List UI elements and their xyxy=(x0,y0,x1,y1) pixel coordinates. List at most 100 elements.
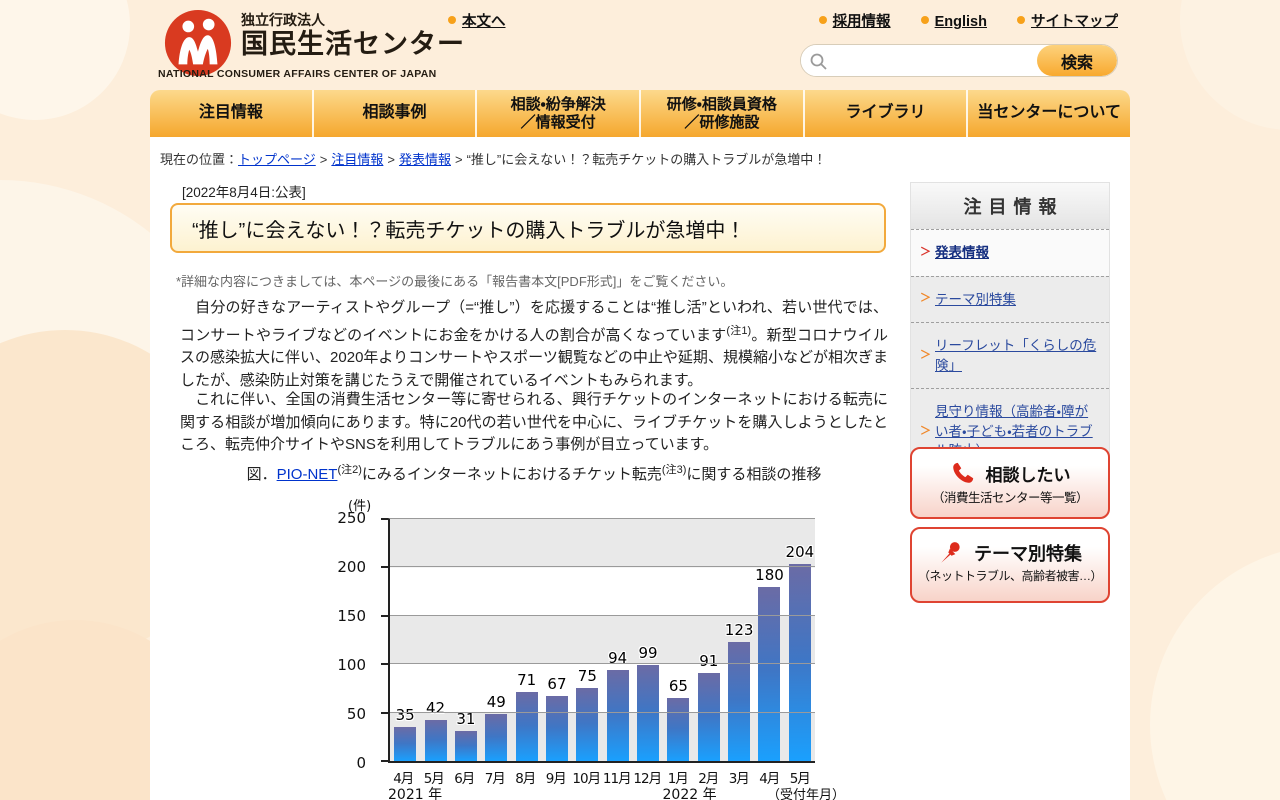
y-axis-labels: 050100150200250 xyxy=(332,518,380,763)
theme-banner-title: テーマ別特集 xyxy=(974,540,1082,566)
bar: 67 xyxy=(546,696,568,761)
consultation-banner-title: 相談したい xyxy=(986,461,1071,486)
gridline xyxy=(390,663,815,664)
bullet-icon xyxy=(819,16,827,24)
bar-value-label: 204 xyxy=(786,543,815,561)
bar-slot: 75 xyxy=(572,519,602,761)
bar: 71 xyxy=(516,692,538,761)
bar-slot: 49 xyxy=(481,519,511,761)
org-name-en: NATIONAL CONSUMER AFFAIRS CENTER OF JAPA… xyxy=(158,68,437,80)
bar-value-label: 31 xyxy=(456,710,475,728)
bar: 180 xyxy=(758,587,780,761)
sitemap-link[interactable]: サイトマップ xyxy=(1017,14,1118,30)
bar: 75 xyxy=(576,688,598,761)
bar-value-label: 71 xyxy=(517,671,536,689)
search-icon xyxy=(810,53,827,70)
nav-item-cases[interactable]: 相談事例 xyxy=(312,90,476,137)
phone-icon xyxy=(950,460,976,486)
y-tick-label: 250 xyxy=(337,509,366,527)
bar: 65 xyxy=(667,698,689,761)
nav-item-library[interactable]: ライブラリ xyxy=(803,90,967,137)
bar-value-label: 94 xyxy=(608,649,627,667)
sidebar-item-theme-features[interactable]: ＞テーマ別特集 xyxy=(911,276,1109,323)
note-ref-1: (注1) xyxy=(726,325,751,337)
bar-slot: 42 xyxy=(420,519,450,761)
bar-value-label: 35 xyxy=(396,706,415,724)
theme-features-banner[interactable]: テーマ別特集 （ネットトラブル、高齢者被害…） xyxy=(910,527,1110,603)
gridline xyxy=(390,566,815,567)
bar-slot: 31 xyxy=(451,519,481,761)
x-axis-note: （受付年月） xyxy=(767,784,845,800)
bar-slot: 65 xyxy=(663,519,693,761)
sidebar-item-leaflet[interactable]: ＞リーフレット「くらしの危険」 xyxy=(911,322,1109,388)
page: 独立行政法人 国民生活センター NATIONAL CONSUMER AFFAIR… xyxy=(0,0,1280,800)
search-bar: 検索 xyxy=(800,44,1118,77)
y-tick xyxy=(381,760,388,762)
sidebar-item-announcements[interactable]: ＞発表情報 xyxy=(911,229,1109,276)
nav-item-about[interactable]: 当センターについて xyxy=(966,90,1130,137)
nav-item-consultation[interactable]: 相談・紛争解決／情報受付 xyxy=(475,90,639,137)
page-title: “推し”に会えない！？転売チケットの購入トラブルが急増中！ xyxy=(192,214,745,243)
bar: 35 xyxy=(394,727,416,761)
utility-links: 採用情報 English サイトマップ xyxy=(0,10,1118,31)
breadcrumb-home[interactable]: トップページ xyxy=(238,152,316,167)
english-link[interactable]: English xyxy=(921,14,987,30)
chart-plot: 3542314971677594996591123180204 xyxy=(388,518,815,763)
arrow-icon: ＞ xyxy=(920,245,931,261)
nav-item-featured[interactable]: 注目情報 xyxy=(150,90,312,137)
search-input[interactable] xyxy=(801,45,1037,76)
arrow-icon: ＞ xyxy=(920,291,931,307)
y-tick-label: 150 xyxy=(337,607,366,625)
figure-caption: 図．PIO-NET(注2)にみるインターネットにおけるチケット転売(注3)に関す… xyxy=(180,461,888,484)
decor-circle xyxy=(1150,545,1280,800)
bar-slot: 67 xyxy=(542,519,572,761)
nav-item-training[interactable]: 研修・相談員資格／研修施設 xyxy=(639,90,803,137)
theme-banner-subtitle: （ネットトラブル、高齢者被害…） xyxy=(912,567,1108,584)
publish-date: [2022年8月4日:公表] xyxy=(182,181,306,201)
bar-value-label: 42 xyxy=(426,699,445,717)
bar-value-label: 91 xyxy=(699,652,718,670)
chart-bars: 3542314971677594996591123180204 xyxy=(390,519,815,761)
bar-slot: 71 xyxy=(511,519,541,761)
paragraph-1: 自分の好きなアーティストやグループ（=“推し”）を応援することは“推し活”といわ… xyxy=(180,297,888,392)
bar-slot: 123 xyxy=(724,519,754,761)
bar-value-label: 99 xyxy=(639,644,658,662)
bar-value-label: 65 xyxy=(669,677,688,695)
bar-value-label: 75 xyxy=(578,667,597,685)
y-tick-label: 0 xyxy=(356,754,366,772)
org-name: 国民生活センター xyxy=(241,30,465,60)
bar-slot: 99 xyxy=(633,519,663,761)
gridline xyxy=(390,615,815,616)
breadcrumb: 現在の位置：トップページ>注目情報>発表情報>“推し”に会えない！？転売チケット… xyxy=(160,149,826,168)
bar-slot: 91 xyxy=(694,519,724,761)
bar-value-label: 123 xyxy=(725,621,754,639)
sidebar-featured-box: 注目情報 ＞発表情報 ＞テーマ別特集 ＞リーフレット「くらしの危険」 ＞見守り情… xyxy=(910,182,1110,475)
arrow-icon: ＞ xyxy=(920,424,931,440)
article-title-box: “推し”に会えない！？転売チケットの購入トラブルが急増中！ xyxy=(170,203,886,253)
bar: 123 xyxy=(728,642,750,761)
year-label: 2022 年 xyxy=(663,784,717,800)
recruit-link[interactable]: 採用情報 xyxy=(819,14,891,30)
y-tick xyxy=(381,615,388,617)
bar-value-label: 49 xyxy=(487,693,506,711)
y-tick xyxy=(381,712,388,714)
bar: 94 xyxy=(607,670,629,761)
bar-value-label: 67 xyxy=(547,675,566,693)
breadcrumb-featured[interactable]: 注目情報 xyxy=(331,152,383,167)
bar: 42 xyxy=(425,720,447,761)
year-label: 2021 年 xyxy=(388,784,442,800)
global-nav: 注目情報 相談事例 相談・紛争解決／情報受付 研修・相談員資格／研修施設 ライブ… xyxy=(150,90,1130,137)
bar: 91 xyxy=(698,673,720,761)
pushpin-icon xyxy=(938,540,964,566)
pio-net-link[interactable]: PIO-NET xyxy=(277,466,338,483)
bar: 99 xyxy=(637,665,659,761)
bar-slot: 35 xyxy=(390,519,420,761)
y-tick-label: 50 xyxy=(347,705,366,723)
bar: 49 xyxy=(485,714,507,761)
consultation-banner[interactable]: 相談したい （消費生活センター等一覧） xyxy=(910,447,1110,519)
bar: 31 xyxy=(455,731,477,761)
y-tick-label: 200 xyxy=(337,558,366,576)
search-button[interactable]: 検索 xyxy=(1037,45,1117,76)
breadcrumb-announcements[interactable]: 発表情報 xyxy=(399,152,451,167)
note-ref-2: (注2) xyxy=(337,464,361,476)
